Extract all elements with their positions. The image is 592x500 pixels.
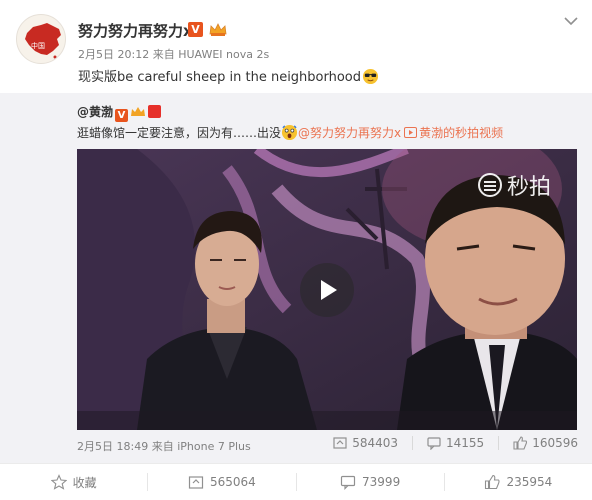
repost-likes-stat[interactable]: 160596 — [498, 436, 578, 450]
crown-icon — [209, 23, 227, 36]
star-icon — [50, 474, 67, 490]
repost-video-link[interactable]: 黄渤的秒拍视频 — [419, 126, 503, 140]
post-meta: 2月5日 20:12 来自 HUAWEI nova 2s — [78, 46, 269, 62]
video-watermark: 秒拍 — [477, 169, 551, 201]
video-icon — [404, 127, 418, 138]
repost-header: @黄渤 V — [77, 103, 162, 122]
repost-text: 逛蜡像馆一定要注意，因为有……出没 @努力努力再努力x 黄渤的秒拍视频 — [77, 124, 503, 141]
china-map-avatar-icon: 中国 — [25, 23, 61, 59]
avatar[interactable]: 中国 — [16, 14, 66, 64]
favorite-button[interactable]: 收藏 — [0, 473, 147, 491]
post-username[interactable]: 努力努力再努力x — [78, 20, 193, 41]
miaopai-logo-icon — [477, 173, 502, 197]
shocked-emoji-icon — [281, 124, 298, 141]
repost-meta: 2月5日 18:49 来自 iPhone 7 Plus — [77, 438, 251, 454]
comment-icon — [427, 437, 441, 450]
repost-source-prefix: 来自 — [151, 440, 174, 453]
post-device[interactable]: HUAWEI nova 2s — [178, 48, 269, 61]
repost-count: 565064 — [209, 475, 256, 489]
repost-reposts-stat[interactable]: 584403 — [333, 436, 398, 450]
repost-verified-badge: V — [115, 109, 129, 122]
stat-divider — [412, 436, 413, 450]
post-text-content: 现实版be careful sheep in the neighborhood — [78, 70, 362, 85]
watermark-text: 秒拍 — [506, 175, 551, 200]
like-button[interactable]: 235954 — [443, 473, 592, 491]
repost-block: @黄渤 V 逛蜡像馆一定要注意，因为有……出没 @努力努力再努力x 黄渤的秒拍视频 — [0, 93, 592, 463]
comment-button[interactable]: 73999 — [295, 473, 444, 491]
weibo-post: 中国 努力努力再努力x V 2月5日 20:12 来自 HUAWEI nova … — [0, 0, 592, 500]
like-count: 235954 — [506, 475, 553, 489]
repost-stats: 584403 14155 160596 — [319, 436, 578, 450]
comment-icon — [340, 475, 356, 490]
crown-icon — [131, 107, 146, 116]
repost-time[interactable]: 2月5日 18:49 — [77, 440, 148, 453]
more-icon[interactable] — [562, 14, 580, 28]
repost-likes-count: 160596 — [532, 436, 578, 450]
avatar-text: 中国 — [31, 41, 45, 50]
post-text: 现实版be careful sheep in the neighborhood — [78, 66, 379, 85]
like-icon — [513, 436, 528, 450]
comment-count: 73999 — [362, 475, 401, 489]
sunglasses-emoji-icon — [362, 68, 379, 85]
action-bar: 收藏 565064 73999 235954 — [0, 463, 592, 500]
member-badge-icon — [148, 105, 162, 118]
repost-comments-count: 14155 — [446, 436, 485, 450]
repost-button[interactable]: 565064 — [147, 473, 295, 491]
repost-username[interactable]: @黄渤 — [77, 105, 113, 119]
like-icon — [485, 474, 501, 490]
verified-badge: V — [188, 22, 203, 37]
repost-text-main: 逛蜡像馆一定要注意，因为有……出没 — [77, 126, 282, 140]
post-date[interactable]: 2月5日 20:12 — [78, 48, 149, 61]
stat-divider — [498, 436, 500, 450]
repost-comments-stat[interactable]: 14155 — [412, 436, 484, 450]
post-source-prefix: 来自 — [152, 48, 175, 61]
repost-mention-link[interactable]: @努力努力再努力x — [298, 126, 401, 140]
repost-device[interactable]: iPhone 7 Plus — [177, 440, 251, 453]
play-button[interactable] — [300, 263, 354, 317]
repost-reposts-count: 584403 — [352, 436, 398, 450]
repost-icon — [188, 476, 204, 489]
video-player[interactable]: 秒拍 — [77, 149, 577, 430]
repost-icon — [333, 437, 347, 449]
favorite-label: 收藏 — [72, 475, 97, 490]
